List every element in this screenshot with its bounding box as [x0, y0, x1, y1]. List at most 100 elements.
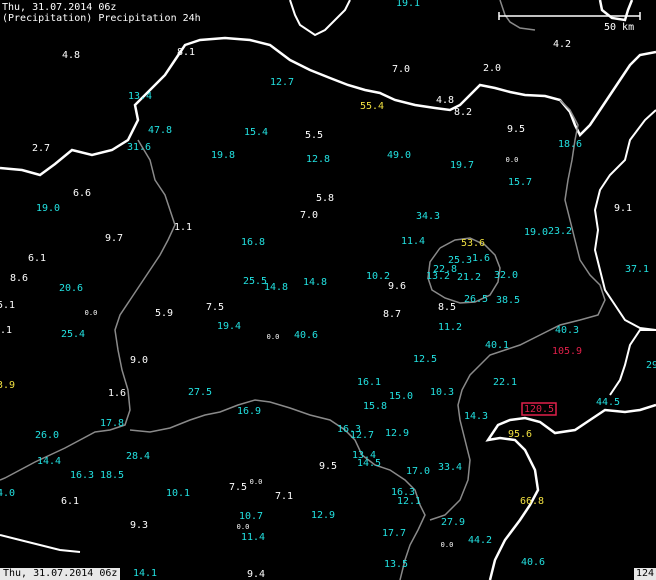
station-value: 0.0 — [441, 541, 454, 549]
station-value: 0.0 — [506, 156, 519, 164]
station-value: 10.7 — [239, 511, 263, 522]
station-value: 5.1 — [0, 300, 15, 311]
station-value: 1.1 — [174, 222, 192, 233]
station-value: 6.6 — [73, 188, 91, 199]
country-border-left — [0, 534, 81, 553]
station-value: 40.1 — [485, 340, 509, 351]
station-value: 1.6 — [108, 388, 126, 399]
station-value: 18.5 — [100, 470, 124, 481]
country-border-north — [289, 0, 351, 37]
station-value: 53.6 — [461, 238, 485, 249]
station-value: 14.1 — [133, 568, 157, 579]
station-value: 18.6 — [558, 139, 582, 150]
station-value: 44.5 — [596, 397, 620, 408]
station-value: 6.1 — [28, 253, 46, 264]
station-value: 13.5 — [384, 559, 408, 570]
station-value: 2.0 — [483, 63, 501, 74]
scale-label: 50 km — [604, 22, 635, 33]
station-value: 23.2 — [548, 226, 572, 237]
station-value: 6.1 — [61, 496, 79, 507]
station-value: 10.3 — [430, 387, 454, 398]
station-value: 120.5 — [524, 404, 554, 415]
station-value: 31.6 — [127, 142, 151, 153]
station-value: 8.7 — [383, 309, 401, 320]
station-value: 7.1 — [275, 491, 293, 502]
station-value: 0.0 — [237, 523, 250, 531]
station-value: 29 — [646, 360, 656, 371]
station-value: 17.8 — [100, 418, 124, 429]
station-value: 0.0 — [85, 309, 98, 317]
station-value: 20.6 — [59, 283, 83, 294]
station-value: 32.0 — [494, 270, 518, 281]
station-value: 47.8 — [148, 125, 172, 136]
station-value: 8.5 — [438, 302, 456, 313]
station-value: 17.7 — [382, 528, 406, 539]
station-value: 34.3 — [416, 211, 440, 222]
station-value: 9.6 — [388, 281, 406, 292]
station-value: 9.3 — [130, 520, 148, 531]
station-value: 12.7 — [270, 77, 294, 88]
station-value: 4.8 — [436, 95, 454, 106]
station-value: 40.6 — [294, 330, 318, 341]
station-value: 38.5 — [496, 295, 520, 306]
station-value: 16.1 — [357, 377, 381, 388]
footer-date: Thu, 31.07.2014 06z — [0, 568, 121, 580]
station-value: 15.0 — [389, 391, 413, 402]
station-value: 28.4 — [126, 451, 150, 462]
station-value: 8.6 — [10, 273, 28, 284]
station-value: 13.4 — [128, 91, 152, 102]
station-value: 11.2 — [438, 322, 462, 333]
region-borders — [0, 0, 606, 580]
station-value: 9.0 — [130, 355, 148, 366]
station-value: 26.0 — [35, 430, 59, 441]
station-value: 14.4 — [37, 456, 61, 467]
station-value: 49.0 — [387, 150, 411, 161]
station-value: 1.1 — [0, 325, 12, 336]
station-value: 95.6 — [508, 429, 532, 440]
station-value: 26.5 — [464, 294, 488, 305]
station-value: 44.2 — [468, 535, 492, 546]
station-value: 16.9 — [237, 406, 261, 417]
station-value: 27.5 — [188, 387, 212, 398]
precipitation-map: 19.14.24.8 8.17.0 2.012.713.455.44.88.29.5… — [0, 0, 656, 580]
station-value: 11.4 — [401, 236, 425, 247]
station-value: 13.2 — [426, 271, 450, 282]
station-value: 7.0 — [300, 210, 318, 221]
station-value: 8.1 — [177, 47, 195, 58]
station-value: 105.9 — [552, 346, 582, 357]
station-value: 40.6 — [521, 557, 545, 568]
footer-right: 124 — [633, 568, 656, 580]
station-value: 15.7 — [508, 177, 532, 188]
station-value: 16.3 — [70, 470, 94, 481]
station-value: 10.2 — [366, 271, 390, 282]
station-value: 40.3 — [555, 325, 579, 336]
station-value: 11.4 — [241, 532, 265, 543]
station-value: 9.5 — [507, 124, 525, 135]
station-value: 14.3 — [464, 411, 488, 422]
station-value: 4.2 — [553, 39, 571, 50]
station-value: 7.5 — [206, 302, 224, 313]
station-value: 37.1 — [625, 264, 649, 275]
station-value: 10.1 — [166, 488, 190, 499]
station-value: 3.9 — [0, 380, 15, 391]
station-value: 12.9 — [311, 510, 335, 521]
station-value: 33.4 — [438, 462, 462, 473]
station-value: 0.0 — [267, 333, 280, 341]
station-value: 7.5 — [229, 482, 247, 493]
station-value: 19.4 — [217, 321, 241, 332]
header-date: Thu, 31.07.2014 06z — [2, 2, 117, 13]
station-value: 5.5 — [305, 130, 323, 141]
station-value: 21.2 — [457, 272, 481, 283]
station-value: 55.4 — [360, 101, 384, 112]
station-value: 15.8 — [363, 401, 387, 412]
station-value: 5.8 — [316, 193, 334, 204]
station-value: 12.5 — [413, 354, 437, 365]
station-value: 1.6 — [472, 253, 490, 264]
station-value: 12.8 — [306, 154, 330, 165]
country-border-east — [598, 0, 634, 22]
station-value: 17.0 — [406, 466, 430, 477]
station-value: 19.0 — [36, 203, 60, 214]
station-value: 5.9 — [155, 308, 173, 319]
station-value: 19.8 — [211, 150, 235, 161]
station-value: 0.0 — [250, 478, 263, 486]
